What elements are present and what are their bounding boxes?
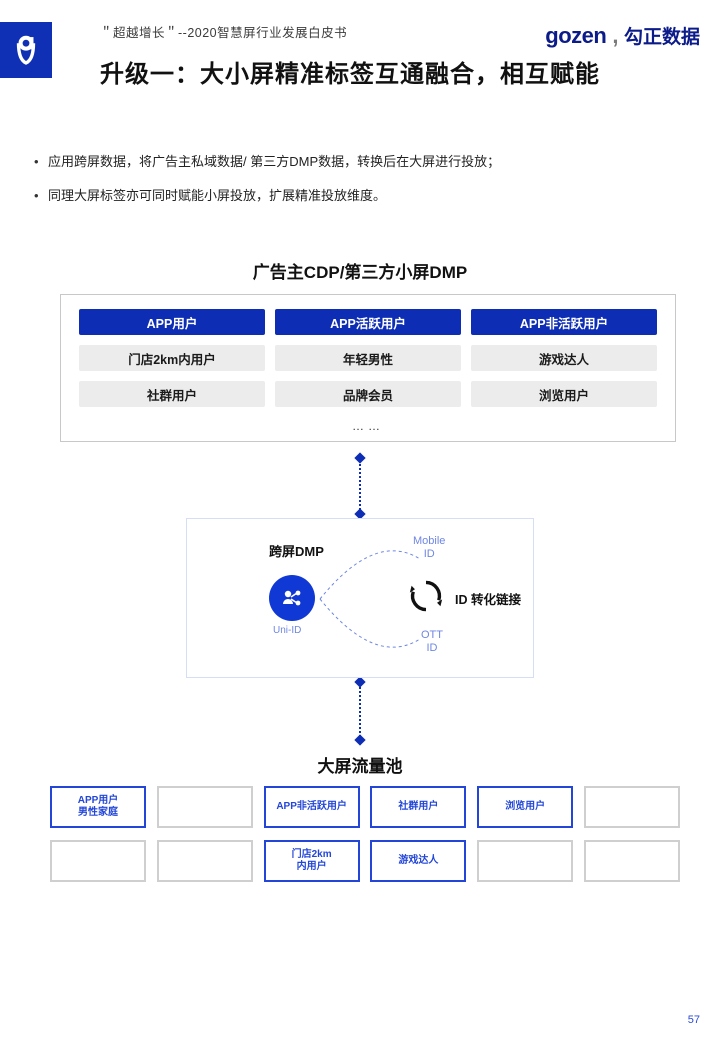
uni-id-icon <box>269 575 315 621</box>
cdp-row: APP用户 APP活跃用户 APP非活跃用户 <box>79 309 657 335</box>
pool-card: 游戏达人 <box>370 840 466 882</box>
cdp-row: 社群用户 品牌会员 浏览用户 <box>79 381 657 407</box>
pool-card: 社群用户 <box>370 786 466 828</box>
tag-pill: 浏览用户 <box>471 381 657 407</box>
cdp-row: 门店2km内用户 年轻男性 游戏达人 <box>79 345 657 371</box>
pool-card: APP非活跃用户 <box>264 786 360 828</box>
bullet-item: 同理大屏标签亦可同时赋能小屏投放，扩展精准投放维度。 <box>30 179 500 213</box>
pool-card <box>477 840 573 882</box>
connector-diamond-icon <box>354 734 365 745</box>
brand-square <box>0 22 52 78</box>
pool-card: 门店2km内用户 <box>264 840 360 882</box>
pool-card <box>157 786 253 828</box>
cdp-box: APP用户 APP活跃用户 APP非活跃用户 门店2km内用户 年轻男性 游戏达… <box>60 294 676 442</box>
cdp-title: 广告主CDP/第三方小屏DMP <box>0 258 720 283</box>
brand-logo: gozen, 勾正数据 <box>545 22 700 49</box>
connector-line <box>359 456 361 514</box>
pool-row: 门店2km内用户 游戏达人 <box>50 840 680 882</box>
tag-pill: 游戏达人 <box>471 345 657 371</box>
doc-subtitle: ＂超越增长＂--2020智慧屏行业发展白皮书 <box>100 22 347 41</box>
brand-dot: , <box>612 23 618 49</box>
pool-card: 浏览用户 <box>477 786 573 828</box>
tag-pill: APP用户 <box>79 309 265 335</box>
page-title: 升级一：大小屏精准标签互通融合，相互赋能 <box>100 54 600 89</box>
pool-card <box>584 786 680 828</box>
pool-card <box>584 840 680 882</box>
connector-diamond-icon <box>354 452 365 463</box>
pool-title: 大屏流量池 <box>0 752 720 777</box>
page-number: 57 <box>688 1014 700 1026</box>
brand-g-icon <box>9 33 43 67</box>
header: ＂超越增长＂--2020智慧屏行业发展白皮书 gozen, 勾正数据 <box>100 22 700 49</box>
brand-en: gozen <box>545 23 606 49</box>
uni-id-label: Uni-ID <box>273 625 301 636</box>
tag-pill: 门店2km内用户 <box>79 345 265 371</box>
pool-card <box>50 840 146 882</box>
ellipsis: …… <box>79 417 657 433</box>
text: ID <box>424 548 435 560</box>
tag-pill: 年轻男性 <box>275 345 461 371</box>
convert-icon <box>409 579 443 613</box>
convert-label: ID 转化链接 <box>455 589 521 608</box>
brand-cn: 勾正数据 <box>624 22 700 49</box>
tag-pill: APP非活跃用户 <box>471 309 657 335</box>
bullet-item: 应用跨屏数据，将广告主私域数据/ 第三方DMP数据，转换后在大屏进行投放； <box>30 145 500 179</box>
text: ID <box>427 642 438 654</box>
pool-row: APP用户男性家庭 APP非活跃用户 社群用户 浏览用户 <box>50 786 680 828</box>
text: Mobile <box>413 535 445 547</box>
bullet-list: 应用跨屏数据，将广告主私域数据/ 第三方DMP数据，转换后在大屏进行投放； 同理… <box>30 145 500 213</box>
dmp-box: 跨屏DMP Mobile ID OTT ID Uni-ID ID 转化链接 <box>186 518 534 678</box>
connector-line <box>359 680 361 740</box>
pool-card <box>157 840 253 882</box>
connector-diamond-icon <box>354 676 365 687</box>
tag-pill: APP活跃用户 <box>275 309 461 335</box>
tag-pill: 社群用户 <box>79 381 265 407</box>
pool-card: APP用户男性家庭 <box>50 786 146 828</box>
tag-pill: 品牌会员 <box>275 381 461 407</box>
pool-grid: APP用户男性家庭 APP非活跃用户 社群用户 浏览用户 门店2km内用户 游戏… <box>50 786 680 894</box>
